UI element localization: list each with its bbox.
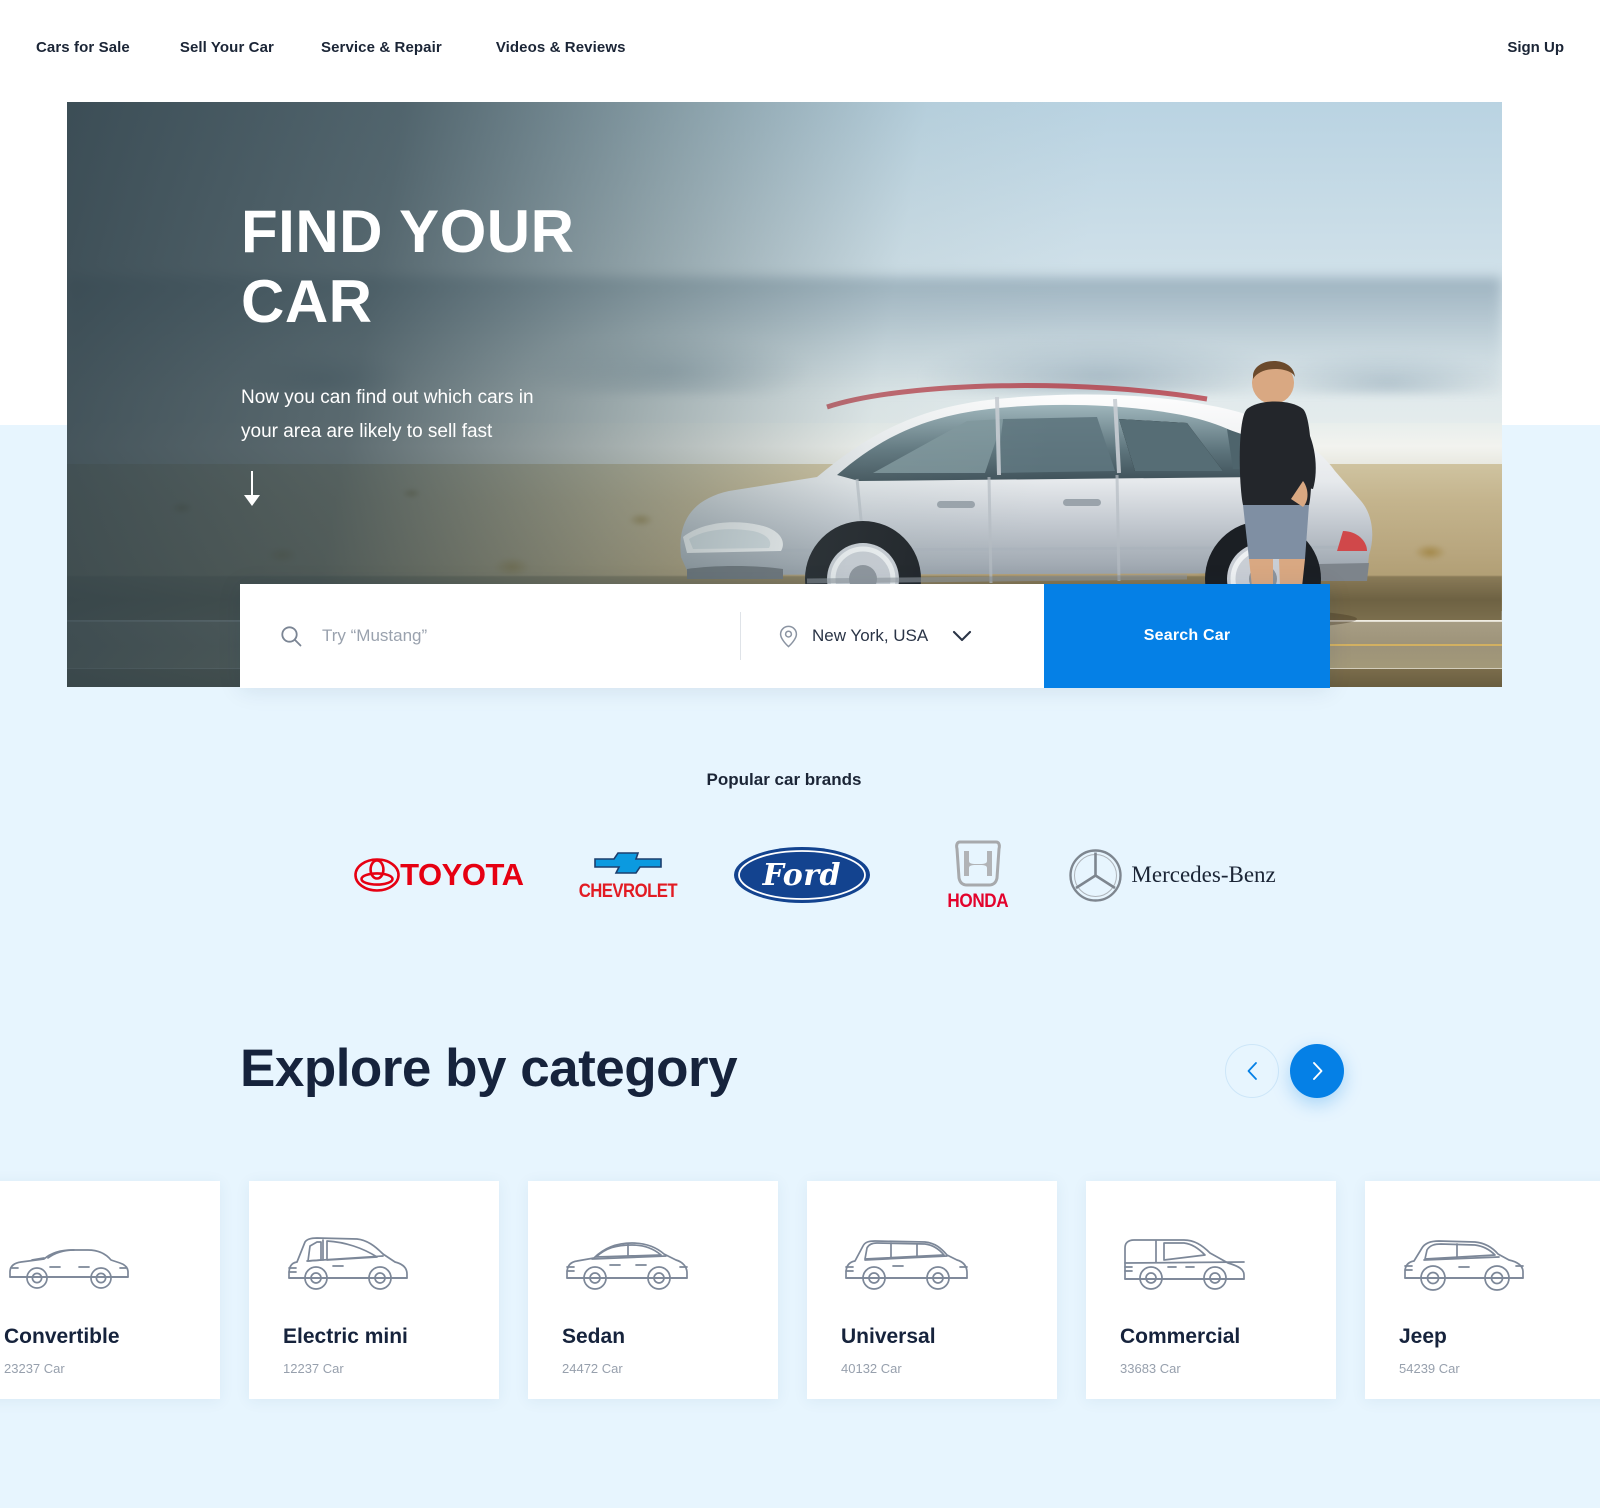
- category-card-convertible[interactable]: Convertible 23237 Car: [0, 1181, 220, 1399]
- mercedes-star-icon: [1069, 848, 1123, 902]
- category-card-count: 33683 Car: [1120, 1361, 1181, 1376]
- chevron-down-icon[interactable]: [952, 630, 972, 642]
- chevron-left-icon: [1247, 1062, 1257, 1080]
- search-bar: Try “Mustang” New York, USA Search Car: [240, 584, 1330, 688]
- explore-by-category-title: Explore by category: [240, 1039, 738, 1098]
- brand-logo-toyota[interactable]: TOYOTA: [345, 857, 533, 893]
- sign-up-button[interactable]: Sign Up: [1507, 39, 1564, 56]
- hero-content: FIND YOUR CAR Now you can find out which…: [241, 197, 801, 512]
- category-card-electric-mini[interactable]: Electric mini 12237 Car: [249, 1181, 499, 1399]
- category-carousel-nav: [1225, 1044, 1344, 1098]
- nav-link-service-repair[interactable]: Service & Repair: [321, 39, 442, 56]
- ford-wordmark: Ford: [762, 857, 842, 893]
- map-pin-icon: [779, 625, 798, 648]
- brand-logos-row: TOYOTA CHEVROLET Ford HONDA Mercedes-Ben…: [330, 830, 1280, 920]
- search-input[interactable]: Try “Mustang”: [322, 626, 427, 646]
- nav-links-group: Cars for Sale Sell Your Car Service & Re…: [36, 39, 626, 57]
- honda-h-emblem-icon: [954, 840, 1001, 886]
- sedan-car-icon: [566, 1242, 688, 1290]
- chevrolet-wordmark: CHEVROLET: [579, 880, 678, 902]
- category-cards-row: Convertible 23237 Car Electric mini 1223…: [0, 1181, 1600, 1399]
- category-card-jeep[interactable]: Jeep 54239 Car: [1365, 1181, 1600, 1399]
- category-card-sedan[interactable]: Sedan 24472 Car: [528, 1181, 778, 1399]
- chevrolet-bowtie-icon: [594, 851, 663, 874]
- jeep-suv-icon: [1404, 1240, 1524, 1291]
- category-card-title: Universal: [841, 1325, 936, 1348]
- nav-link-sell-your-car[interactable]: Sell Your Car: [180, 39, 274, 56]
- search-car-button[interactable]: Search Car: [1044, 584, 1330, 688]
- search-icon: [281, 626, 302, 647]
- category-card-title: Jeep: [1399, 1325, 1447, 1348]
- honda-wordmark: HONDA: [947, 890, 1009, 912]
- electric-mini-car-icon: [288, 1237, 408, 1290]
- category-card-title: Commercial: [1120, 1325, 1241, 1348]
- top-navigation-bar: Cars for Sale Sell Your Car Service & Re…: [0, 0, 1600, 102]
- category-card-count: 24472 Car: [562, 1361, 623, 1376]
- chevron-right-icon: [1312, 1062, 1322, 1080]
- brand-logo-ford[interactable]: Ford: [722, 847, 882, 903]
- location-select[interactable]: New York, USA: [741, 584, 1044, 688]
- brand-logo-chevrolet[interactable]: CHEVROLET: [563, 848, 694, 903]
- carousel-prev-button[interactable]: [1225, 1044, 1279, 1098]
- popular-brands-title: Popular car brands: [706, 770, 862, 789]
- mercedes-wordmark: Mercedes-Benz: [1131, 862, 1276, 887]
- toyota-wordmark: TOYOTA: [400, 857, 524, 892]
- universal-wagon-icon: [845, 1240, 968, 1290]
- category-card-count: 40132 Car: [841, 1361, 902, 1376]
- category-card-title: Electric mini: [283, 1325, 408, 1348]
- nav-link-videos-reviews[interactable]: Videos & Reviews: [496, 39, 626, 56]
- brand-logo-mercedes[interactable]: Mercedes-Benz: [1064, 848, 1280, 903]
- carousel-next-button[interactable]: [1290, 1044, 1344, 1098]
- category-card-count: 12237 Car: [283, 1361, 344, 1376]
- search-input-wrapper[interactable]: Try “Mustang”: [240, 584, 740, 688]
- category-card-commercial[interactable]: Commercial 33683 Car: [1086, 1181, 1336, 1399]
- category-card-universal[interactable]: Universal 40132 Car: [807, 1181, 1057, 1399]
- toyota-emblem-icon: [354, 858, 400, 892]
- hero-title: FIND YOUR CAR: [241, 198, 575, 336]
- category-card-title: Convertible: [4, 1325, 120, 1348]
- location-value: New York, USA: [812, 626, 929, 645]
- hero-subtitle: Now you can find out which cars in your …: [241, 387, 534, 443]
- category-card-title: Sedan: [562, 1325, 626, 1348]
- page-root: Cars for Sale Sell Your Car Service & Re…: [0, 0, 1600, 1508]
- category-card-count: 54239 Car: [1399, 1361, 1460, 1376]
- nav-link-cars-for-sale[interactable]: Cars for Sale: [36, 39, 130, 56]
- convertible-car-icon: [9, 1249, 129, 1289]
- arrow-down-icon[interactable]: [241, 471, 263, 507]
- category-card-count: 23237 Car: [4, 1361, 65, 1376]
- brand-logo-honda[interactable]: HONDA: [922, 838, 1035, 913]
- commercial-van-icon: [1124, 1239, 1245, 1290]
